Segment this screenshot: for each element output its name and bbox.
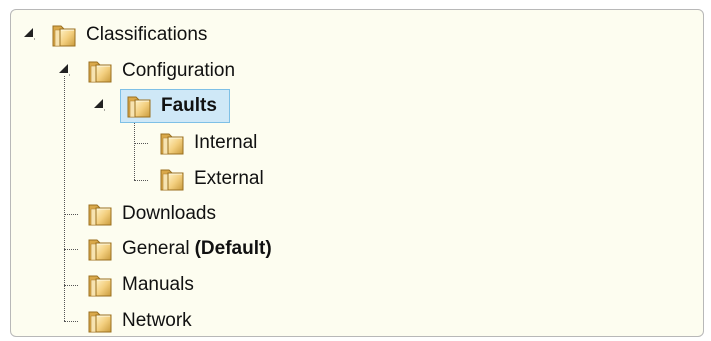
tree-node-configuration[interactable]: Configuration [86, 56, 235, 86]
expand-collapse-icon[interactable] [22, 26, 36, 40]
tree-node-label: Network [122, 310, 192, 331]
folder-icon [86, 235, 114, 263]
tree-connector-line [134, 180, 148, 181]
tree-node-manuals[interactable]: Manuals [86, 270, 194, 300]
folder-icon [86, 307, 114, 335]
tree-node-label: Downloads [122, 203, 216, 224]
folder-icon [158, 165, 186, 193]
folder-icon [86, 57, 114, 85]
tree-connector-line [64, 285, 78, 286]
tree-node-label: General (Default) [122, 238, 272, 260]
tree-connector-line [64, 214, 78, 215]
folder-icon [158, 129, 186, 157]
expand-collapse-icon[interactable] [57, 62, 71, 76]
default-badge: (Default) [194, 238, 272, 259]
expand-collapse-icon[interactable] [92, 97, 106, 111]
tree-node-label: Internal [194, 132, 258, 153]
tree-node-internal[interactable]: Internal [158, 128, 257, 158]
tree-node-downloads[interactable]: Downloads [86, 199, 216, 229]
tree-node-label: Classifications [86, 24, 208, 45]
tree-node-label: Configuration [122, 60, 236, 81]
folder-icon [125, 92, 153, 120]
tree-node-label: Faults [161, 95, 217, 116]
tree-node-external[interactable]: External [158, 164, 264, 194]
tree-node-classifications[interactable]: Classifications [50, 20, 207, 50]
folder-icon [86, 200, 114, 228]
folder-icon [50, 21, 78, 49]
tree-node-label: External [194, 168, 264, 189]
tree-node-general[interactable]: General (Default) [86, 234, 272, 264]
tree-node-label-text: General [122, 238, 190, 259]
tree-connector-line [64, 321, 78, 322]
tree-node-label: Manuals [122, 274, 194, 295]
tree-connector-line [64, 249, 78, 250]
tree-connector-line [134, 143, 148, 144]
tree-node-faults[interactable]: Faults [120, 89, 230, 123]
tree-node-network[interactable]: Network [86, 306, 192, 336]
folder-icon [86, 271, 114, 299]
